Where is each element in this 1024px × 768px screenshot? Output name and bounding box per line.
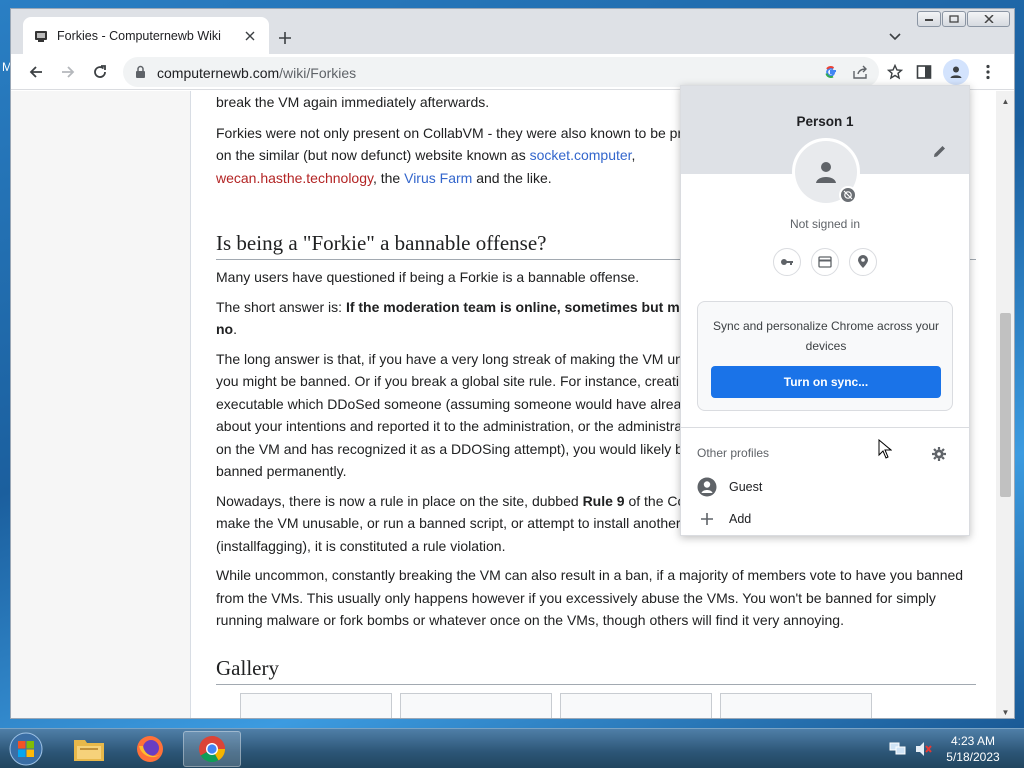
other-profiles-label: Other profiles: [697, 446, 770, 460]
close-window-button[interactable]: [967, 11, 1010, 27]
link-virus-farm[interactable]: Virus Farm: [404, 170, 472, 186]
para-6: While uncommon, constantly breaking the …: [216, 567, 964, 628]
new-tab-plus-icon[interactable]: [273, 26, 297, 50]
manage-profiles-gear-icon[interactable]: [929, 444, 949, 464]
scroll-up-arrow-icon[interactable]: ▲: [996, 93, 1014, 109]
heading-gallery: Gallery: [216, 654, 976, 685]
bookmark-star-icon[interactable]: [885, 62, 905, 82]
scroll-down-arrow-icon[interactable]: ▼: [996, 704, 1014, 718]
plus-icon: [697, 509, 717, 529]
more-menu-icon[interactable]: [975, 59, 1001, 85]
passwords-key-icon[interactable]: [773, 248, 801, 276]
page-scrollbar[interactable]: ▲ ▼: [996, 91, 1014, 718]
gallery-item[interactable]: [400, 692, 552, 718]
sync-off-badge-icon: [839, 186, 857, 204]
link-socket-computer[interactable]: socket.computer: [530, 147, 632, 163]
share-icon[interactable]: [851, 62, 871, 82]
turn-on-sync-button[interactable]: Turn on sync...: [711, 366, 941, 398]
edit-pencil-icon[interactable]: [930, 142, 948, 160]
tab-close-icon[interactable]: [241, 27, 259, 45]
forward-arrow-icon[interactable]: [55, 59, 81, 85]
taskbar: 4:23 AM 5/18/2023: [0, 728, 1024, 768]
gallery-item[interactable]: [720, 692, 872, 718]
profile-avatar-button[interactable]: [943, 59, 969, 85]
profile-name: Person 1: [796, 114, 854, 129]
link-wecan-hasthe-technology[interactable]: wecan.hasthe.technology: [216, 170, 373, 186]
signin-status: Not signed in: [789, 217, 861, 231]
maximize-button[interactable]: [942, 11, 966, 27]
chrome-taskbar-icon[interactable]: [183, 731, 241, 767]
start-button[interactable]: [6, 731, 46, 767]
wiki-favicon-icon: [33, 28, 49, 44]
clock-date: 5/18/2023: [946, 750, 1000, 764]
guest-avatar-icon: [697, 477, 717, 497]
gallery-row: [240, 692, 880, 718]
file-explorer-taskbar-icon[interactable]: [60, 731, 118, 767]
clock-time: 4:23 AM: [950, 734, 996, 748]
volume-muted-tray-icon[interactable]: [915, 740, 933, 758]
scroll-thumb[interactable]: [1000, 313, 1011, 497]
sync-promo-card: Sync and personalize Chrome across your …: [697, 301, 953, 411]
tab-title: Forkies - Computernewb Wiki: [57, 28, 221, 43]
guest-profile-item[interactable]: Guest: [697, 474, 897, 500]
google-lens-icon[interactable]: [821, 62, 841, 82]
lock-icon[interactable]: [135, 65, 146, 84]
tab-strip: Forkies - Computernewb Wiki: [11, 9, 1014, 54]
minimize-button[interactable]: [917, 11, 941, 27]
reload-icon[interactable]: [87, 59, 113, 85]
url-text[interactable]: computernewb.com/wiki/Forkies: [157, 65, 356, 81]
wiki-sidebar: [11, 91, 191, 718]
divider: [681, 427, 969, 428]
taskbar-clock[interactable]: 4:23 AM 5/18/2023: [938, 733, 1008, 765]
sync-promo-text: Sync and personalize Chrome across your …: [712, 319, 940, 353]
gallery-item[interactable]: [240, 692, 392, 718]
profile-menu: Person 1 Not signed in Sync and personal…: [680, 85, 970, 536]
address-bar[interactable]: computernewb.com/wiki/Forkies: [123, 57, 903, 87]
side-panel-icon[interactable]: [911, 59, 937, 85]
back-arrow-icon[interactable]: [23, 59, 49, 85]
mouse-cursor-icon: [878, 438, 893, 464]
add-profile-item[interactable]: Add: [697, 506, 897, 532]
firefox-taskbar-icon[interactable]: [121, 731, 179, 767]
tab-forkies[interactable]: Forkies - Computernewb Wiki: [23, 17, 269, 54]
tab-search-chevron-icon[interactable]: [885, 27, 905, 47]
location-pin-icon[interactable]: [849, 248, 877, 276]
gallery-item[interactable]: [560, 692, 712, 718]
network-tray-icon[interactable]: [889, 740, 907, 758]
payment-card-icon[interactable]: [811, 248, 839, 276]
